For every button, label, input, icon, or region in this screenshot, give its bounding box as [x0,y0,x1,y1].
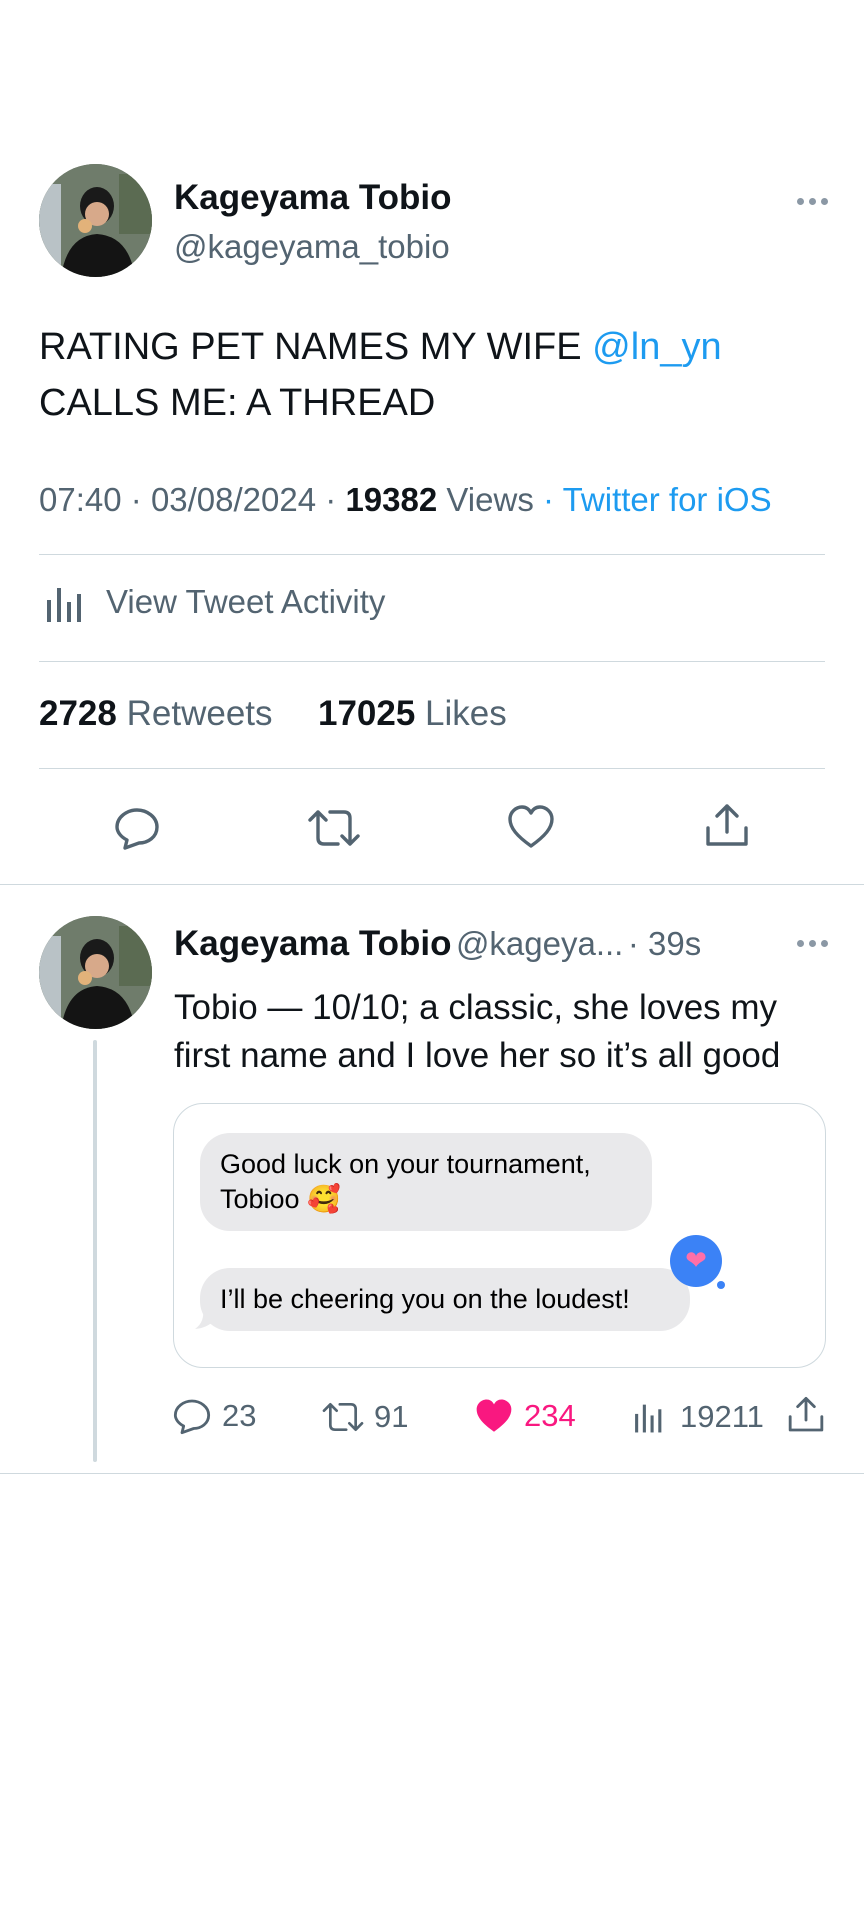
reply-header: Kageyama Tobio @kageya... · 39s [174,924,702,963]
views-label: Views [446,481,534,518]
reply-retweet-button[interactable]: 91 [322,1398,408,1436]
heart-reaction-icon: ❤ [670,1235,722,1287]
tweet-text-part: CALLS ME: A THREAD [39,382,436,424]
views-count: 19211 [680,1399,764,1434]
mention-link[interactable]: @ln_yn [592,326,721,368]
author-name[interactable]: Kageyama Tobio [174,178,451,218]
likes-stat[interactable]: 17025 Likes [318,694,507,733]
view-tweet-activity-label: View Tweet Activity [106,583,386,620]
retweet-icon [322,1402,364,1432]
bubble-tail [195,1304,215,1329]
reply-count: 23 [222,1398,257,1433]
share-button[interactable] [703,802,751,850]
reply-share-button[interactable] [786,1395,826,1440]
reply-author-handle[interactable]: @kageya... [456,925,623,962]
section-divider [0,1473,864,1474]
message-bubble: Good luck on your tournament, Tobioo 🥰 [200,1133,652,1231]
reply-author-name[interactable]: Kageyama Tobio [174,924,451,963]
tweet-meta: 07:40 · 03/08/2024 · 19382 Views · Twitt… [39,481,772,518]
tweet-time: 07:40 [39,481,122,518]
share-icon [788,1396,824,1432]
divider [39,768,825,769]
likes-count: 17025 [317,694,416,733]
bar-chart-icon [47,588,81,622]
tweet-text: RATING PET NAMES MY WIFE @ln_yn CALLS ME… [39,319,829,431]
retweets-count: 2728 [39,694,117,733]
divider [39,554,825,555]
message-bubble: I’ll be cheering you on the loudest! [200,1268,690,1331]
reply-author-avatar[interactable] [39,916,152,1029]
author-avatar[interactable] [39,164,152,277]
bar-chart-icon [635,1404,662,1433]
retweet-button[interactable] [308,804,360,852]
tweet-date: 03/08/2024 [150,481,317,518]
author-handle[interactable]: @kageyama_tobio [174,228,450,266]
reaction-glyph: ❤ [685,1246,707,1276]
attached-image[interactable]: Good luck on your tournament, Tobioo 🥰 I… [173,1103,826,1368]
section-divider [0,884,864,885]
reply-more-options-icon[interactable] [797,940,828,947]
reply-button[interactable] [113,804,161,852]
avatar-photo [39,164,152,277]
tweet-source-link[interactable]: Twitter for iOS [563,481,772,518]
reply-icon [173,1399,211,1435]
avatar-photo [39,916,152,1029]
retweets-label: Retweets [126,694,273,733]
retweets-stat[interactable]: 2728 Retweets [39,694,282,733]
views-count: 19382 [345,481,438,518]
more-options-icon[interactable] [797,198,828,205]
view-tweet-activity-button[interactable]: View Tweet Activity [39,580,385,624]
like-button[interactable] [507,804,555,850]
heart-filled-icon [476,1399,512,1432]
reply-views-button[interactable]: 19211 [632,1399,764,1435]
like-count: 234 [524,1398,576,1433]
tweet-text-part: RATING PET NAMES MY WIFE [39,326,593,368]
likes-label: Likes [425,694,507,733]
reply-text: Tobio — 10/10; a classic, she loves my f… [174,988,781,1075]
thread-line [93,1040,97,1462]
retweet-count: 91 [374,1399,409,1434]
reaction-tail-dot [717,1281,725,1289]
reply-reply-button[interactable]: 23 [172,1396,256,1436]
reply-time-ago[interactable]: 39s [648,925,701,962]
engagement-stats: 2728 Retweets 17025 Likes [39,694,507,734]
heart-icon [508,805,554,848]
reply-like-button[interactable]: 234 [474,1397,576,1435]
retweet-icon [308,810,360,846]
share-icon [706,804,748,846]
divider [39,661,825,662]
reply-icon [115,808,159,850]
